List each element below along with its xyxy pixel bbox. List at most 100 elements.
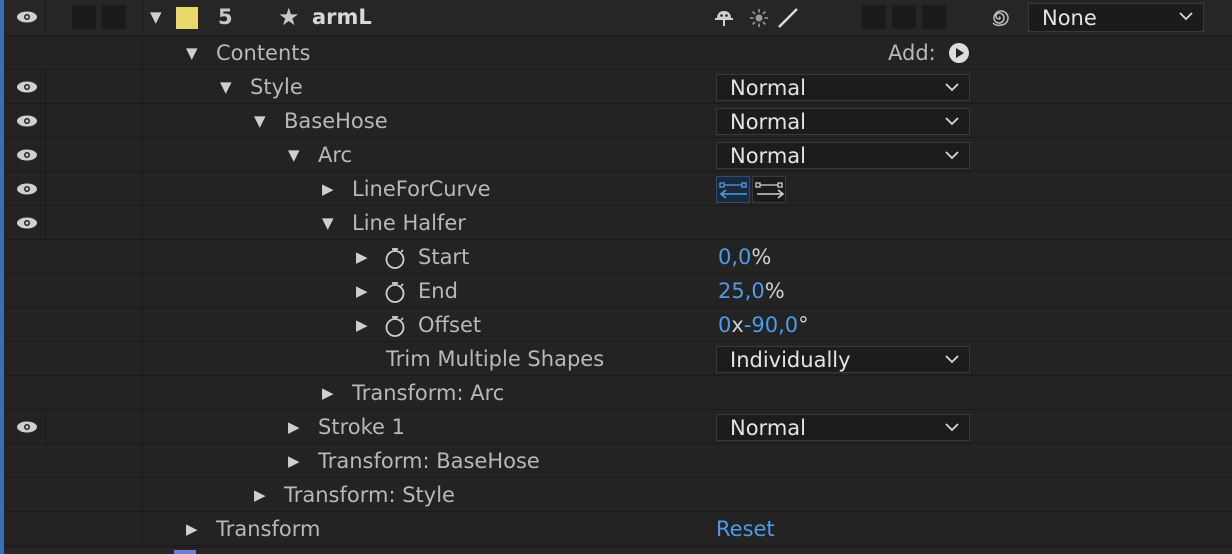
chevron-down-icon [945, 423, 959, 432]
transform-twirl-closed[interactable]: ▶ [186, 512, 198, 546]
transform-reset-link[interactable]: Reset [716, 512, 775, 546]
offset-x-separator: x [731, 313, 744, 337]
stroke1-row[interactable]: ▶ Stroke 1 Normal [4, 410, 1232, 444]
transform-arc-row[interactable]: ▶ Transform: Arc [4, 376, 1232, 410]
lineforcurve-visibility-toggle[interactable] [8, 172, 46, 205]
stopwatch-icon[interactable] [384, 281, 406, 303]
arc-blend-mode-dropdown[interactable]: Normal [716, 142, 970, 169]
contents-twirl-open[interactable]: ▼ [186, 36, 198, 70]
column-divider [142, 36, 143, 69]
arc-row[interactable]: ▼ Arc Normal [4, 138, 1232, 172]
start-twirl-closed[interactable]: ▶ [356, 240, 368, 274]
column-divider [142, 70, 143, 103]
end-row[interactable]: ▶ End 25,0% [4, 274, 1232, 308]
trim-multiple-shapes-dropdown[interactable]: Individually [716, 346, 970, 373]
start-row[interactable]: ▶ Start 0,0% [4, 240, 1232, 274]
eye-icon [16, 11, 37, 22]
shape-layer-star-icon: ★ [278, 3, 300, 31]
linehalfer-row[interactable]: ▼ Line Halfer [4, 206, 1232, 240]
shy-icon[interactable] [712, 7, 736, 29]
stroke1-visibility-toggle[interactable] [8, 410, 46, 443]
end-value[interactable]: 25,0% [718, 274, 785, 308]
layer-name[interactable]: armL [312, 0, 372, 34]
parent-dropdown[interactable]: None [1028, 3, 1204, 32]
style-twirl-open[interactable]: ▼ [220, 70, 232, 104]
eye-icon [16, 421, 37, 432]
panel-left-edge [0, 0, 4, 554]
offset-twirl-closed[interactable]: ▶ [356, 308, 368, 342]
transform-row[interactable]: ▶ Transform Reset [4, 512, 1232, 546]
column-divider [142, 478, 143, 511]
trim-multiple-shapes-label: Trim Multiple Shapes [386, 347, 605, 371]
transform-style-label: Transform: Style [284, 483, 455, 507]
layer-twirl-open[interactable]: ▼ [150, 0, 162, 34]
next-layer-row-partial [4, 547, 1232, 554]
linehalfer-twirl-open[interactable]: ▼ [322, 206, 334, 240]
basehose-row[interactable]: ▼ BaseHose Normal [4, 104, 1232, 138]
stopwatch-icon[interactable] [384, 315, 406, 337]
offset-value[interactable]: 0 x -90,0 ° [718, 308, 809, 342]
column-divider [142, 444, 143, 477]
basehose-twirl-open[interactable]: ▼ [254, 104, 266, 138]
transform-arc-twirl-closed[interactable]: ▶ [322, 376, 334, 410]
end-twirl-closed[interactable]: ▶ [356, 274, 368, 308]
parent-pick-whip-icon[interactable] [988, 7, 1010, 29]
column-divider [142, 172, 143, 205]
layer-visibility-toggle[interactable] [8, 0, 46, 33]
column-divider [142, 512, 143, 545]
path-direction-normal-button[interactable] [752, 176, 786, 203]
stopwatch-icon[interactable] [384, 247, 406, 269]
style-blend-mode-dropdown[interactable]: Normal [716, 74, 970, 101]
start-value-number[interactable]: 0,0 [718, 245, 751, 269]
linehalfer-visibility-toggle[interactable] [8, 206, 46, 239]
transform-basehose-twirl-closed[interactable]: ▶ [288, 444, 300, 478]
collapse-icon[interactable] [748, 7, 770, 29]
transform-arc-label: Transform: Arc [352, 381, 505, 405]
column-divider [142, 410, 143, 443]
layer-label-color-swatch[interactable] [176, 7, 198, 29]
lineforcurve-twirl-closed[interactable]: ▶ [322, 172, 334, 206]
transform-basehose-row[interactable]: ▶ Transform: BaseHose [4, 444, 1232, 478]
arc-twirl-open[interactable]: ▼ [288, 138, 300, 172]
style-blend-mode-value: Normal [730, 75, 806, 100]
transform-style-row[interactable]: ▶ Transform: Style [4, 478, 1232, 512]
frame-blend-switch[interactable] [892, 5, 916, 29]
column-divider [142, 308, 143, 341]
solo-toggle[interactable] [102, 5, 126, 29]
offset-degree-unit: ° [798, 313, 809, 337]
offset-degrees[interactable]: -90,0 [744, 313, 798, 337]
layer-row[interactable]: ▼ 5 ★ armL None [4, 0, 1232, 36]
lineforcurve-row[interactable]: ▶ LineForCurve [4, 172, 1232, 206]
quality-icon[interactable] [776, 6, 800, 30]
basehose-blend-mode-dropdown[interactable]: Normal [716, 108, 970, 135]
add-menu-button[interactable] [948, 42, 970, 64]
motion-blur-switch[interactable] [922, 5, 946, 29]
offset-row[interactable]: ▶ Offset 0 x -90,0 ° [4, 308, 1232, 342]
contents-row[interactable]: ▼ Contents Add: [4, 36, 1232, 70]
stroke1-twirl-closed[interactable]: ▶ [288, 410, 300, 444]
offset-label: Offset [418, 313, 482, 337]
style-visibility-toggle[interactable] [8, 70, 46, 103]
stroke1-blend-mode-dropdown[interactable]: Normal [716, 414, 970, 441]
effects-switch[interactable] [862, 5, 886, 29]
audio-toggle[interactable] [72, 5, 96, 29]
offset-revolutions[interactable]: 0 [718, 313, 731, 337]
trim-multiple-shapes-row[interactable]: Trim Multiple Shapes Individually [4, 342, 1232, 376]
start-value[interactable]: 0,0% [718, 240, 771, 274]
transform-style-twirl-closed[interactable]: ▶ [254, 478, 266, 512]
chevron-down-icon [945, 151, 959, 160]
play-circle-icon [949, 43, 969, 63]
eye-icon [16, 183, 37, 194]
contents-label: Contents [216, 41, 311, 65]
add-label: Add: [888, 41, 936, 65]
end-value-number[interactable]: 25,0 [718, 279, 765, 303]
transform-basehose-label: Transform: BaseHose [318, 449, 540, 473]
next-layer-label-swatch [174, 550, 196, 554]
end-label: End [418, 279, 458, 303]
basehose-visibility-toggle[interactable] [8, 104, 46, 137]
column-divider [142, 274, 143, 307]
chevron-down-icon [945, 117, 959, 126]
style-row[interactable]: ▼ Style Normal [4, 70, 1232, 104]
arc-visibility-toggle[interactable] [8, 138, 46, 171]
path-direction-reversed-button[interactable] [716, 176, 750, 203]
